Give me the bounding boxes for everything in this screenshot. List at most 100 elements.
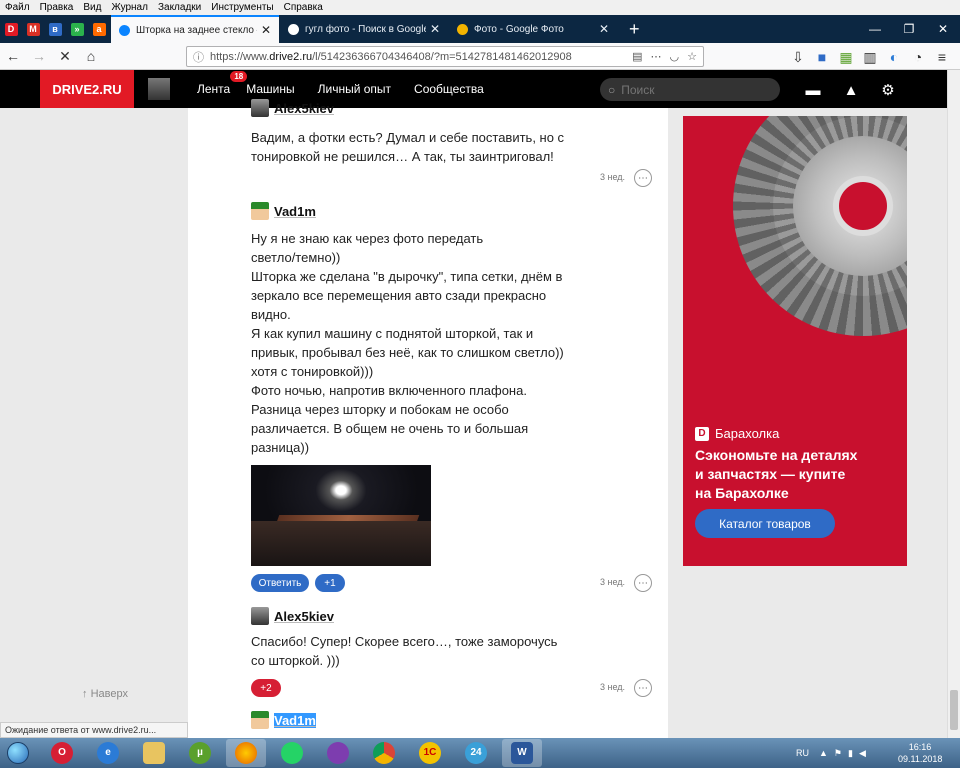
like-button[interactable]: +2 (251, 679, 281, 697)
network-icon[interactable]: ▮ (848, 748, 853, 759)
site-logo[interactable]: DRIVE2.RU (40, 70, 134, 108)
download-icon[interactable]: ⇩ (786, 46, 810, 68)
ad-brand: D Барахолка (695, 426, 779, 441)
site-search[interactable]: ○ (600, 78, 780, 101)
comment-photo[interactable] (251, 465, 431, 566)
home-icon[interactable]: ⌂ (78, 45, 104, 67)
new-tab-button[interactable]: + (617, 15, 640, 43)
avatar[interactable] (251, 99, 269, 117)
comment-time[interactable]: 3 нед. (600, 682, 625, 692)
pinned-tab-feedly[interactable]: » (66, 15, 88, 43)
minimize-icon[interactable]: — (858, 15, 892, 43)
avatar[interactable] (251, 607, 269, 625)
avatar[interactable] (251, 711, 269, 729)
back-icon[interactable]: ← (0, 45, 26, 67)
pocket-icon[interactable]: ◡ (670, 50, 680, 63)
author-name[interactable]: Vad1m (274, 204, 316, 219)
more-icon[interactable]: ⋯ (634, 169, 652, 187)
author-name[interactable]: Alex5kiev (274, 609, 334, 624)
menu-help[interactable]: Справка (279, 2, 328, 13)
taskbar-opera[interactable]: O (42, 739, 82, 767)
avatar[interactable] (148, 78, 170, 100)
taskbar-viber[interactable] (318, 739, 358, 767)
extension-icon[interactable]: ◔ (906, 46, 930, 68)
nav-communities[interactable]: Сообщества (414, 82, 484, 96)
menu-history[interactable]: Журнал (106, 2, 153, 13)
taskbar-utorrent[interactable]: µ (180, 739, 220, 767)
vk-icon: в (48, 22, 62, 36)
messages-icon[interactable]: ▬ (803, 81, 823, 99)
pinned-tab-aliexpress[interactable]: a (88, 15, 110, 43)
reader-view-icon[interactable]: ▤ (632, 50, 642, 63)
tab-title: Фото - Google Фото (474, 23, 564, 35)
scroll-to-top[interactable]: ↑ Наверх (82, 688, 128, 700)
tab-google-search[interactable]: гугл фото - Поиск в Google ✕ (280, 15, 448, 43)
volume-icon[interactable]: ◀ (859, 748, 866, 759)
reply-button[interactable]: Ответить (251, 574, 309, 592)
comment-time[interactable]: 3 нед. (600, 577, 625, 587)
menu-file[interactable]: Файл (0, 2, 35, 13)
page-scrollbar[interactable] (947, 70, 960, 738)
avatar[interactable] (251, 202, 269, 220)
close-icon[interactable]: ✕ (599, 22, 609, 36)
bell-icon[interactable]: ▲ (841, 81, 861, 99)
extension-icon[interactable]: ■ (810, 46, 834, 68)
catalog-button[interactable]: Каталог товаров (695, 509, 835, 538)
close-icon[interactable]: ✕ (430, 22, 440, 36)
menu-edit[interactable]: Правка (35, 2, 79, 13)
taskbar-whatsapp[interactable] (272, 739, 312, 767)
gear-icon[interactable]: ⚙ (878, 81, 898, 99)
tab-drive2-post[interactable]: Шторка на заднее стекло — б ✕ (111, 15, 279, 43)
menu-bookmarks[interactable]: Закладки (153, 2, 206, 13)
author-name[interactable]: Alex5kiev (274, 101, 334, 116)
maximize-icon[interactable]: ❐ (892, 15, 926, 43)
window-close-icon[interactable]: ✕ (926, 15, 960, 43)
sync-icon[interactable]: ◐ (882, 46, 906, 68)
taskbar-firefox[interactable] (226, 739, 266, 767)
flag-icon[interactable]: ⚑ (834, 748, 842, 759)
nav-experience[interactable]: Личный опыт (318, 82, 391, 96)
taskbar: O e µ 1С 24 W RU ▲ ⚑ ▮ ◀ 16:16 09.11.201… (0, 738, 960, 768)
system-clock[interactable]: 16:16 09.11.2018 (898, 741, 942, 765)
scrollbar-thumb[interactable] (950, 690, 958, 730)
nav-feed[interactable]: Лента 18 (197, 71, 248, 96)
close-icon[interactable]: ✕ (261, 23, 271, 37)
search-icon: ○ (608, 82, 616, 97)
taskbar-chrome[interactable] (364, 739, 404, 767)
menu-icon[interactable]: ≡ (930, 46, 954, 68)
extension-icon[interactable]: ▦ (834, 46, 858, 68)
comments-column: Alex5kiev Вадим, а фотки есть? Думал и с… (188, 99, 668, 738)
language-indicator[interactable]: RU (796, 748, 809, 758)
comment-author: Alex5kiev (251, 607, 591, 625)
bookmark-star-icon[interactable]: ☆ (687, 50, 697, 63)
info-icon[interactable]: ⓘ (193, 49, 204, 65)
stop-icon[interactable]: ✕ (52, 45, 78, 67)
start-button[interactable] (0, 738, 36, 768)
pinned-tab-vk[interactable]: в (44, 15, 66, 43)
comment-time[interactable]: 3 нед. (600, 172, 625, 182)
search-input[interactable] (621, 82, 762, 97)
taskbar-word[interactable]: W (502, 739, 542, 767)
taskbar-1c[interactable]: 1С (410, 739, 450, 767)
menu-tools[interactable]: Инструменты (206, 2, 278, 13)
ad-banner[interactable]: D Барахолка Сэкономьте на деталях и запча… (683, 116, 907, 566)
nav-cars[interactable]: Машины (246, 82, 294, 96)
menu-view[interactable]: Вид (78, 2, 106, 13)
library-icon[interactable]: ▥ (858, 46, 882, 68)
tray-expand-icon[interactable]: ▲ (819, 748, 828, 758)
tab-google-photos[interactable]: Фото - Google Фото ✕ (449, 15, 617, 43)
like-button[interactable]: +1 (315, 574, 345, 592)
page-actions-icon[interactable]: ⋯ (651, 50, 662, 63)
author-name[interactable]: Vad1m (274, 712, 316, 728)
pinned-tab-drive2[interactable]: D (0, 15, 22, 43)
more-icon[interactable]: ⋯ (634, 574, 652, 592)
taskbar-24[interactable]: 24 (456, 739, 496, 767)
more-icon[interactable]: ⋯ (634, 679, 652, 697)
address-bar[interactable]: ⓘ https://www.drive2.ru/l/51423636670434… (186, 46, 704, 67)
taskbar-ie[interactable]: e (88, 739, 128, 767)
drive2-icon: D (695, 426, 709, 441)
taskbar-explorer[interactable] (134, 739, 174, 767)
comment: Alex5kiev Вадим, а фотки есть? Думал и с… (251, 99, 591, 166)
forward-icon[interactable]: → (26, 45, 52, 67)
pinned-tab-gmail[interactable]: M (22, 15, 44, 43)
